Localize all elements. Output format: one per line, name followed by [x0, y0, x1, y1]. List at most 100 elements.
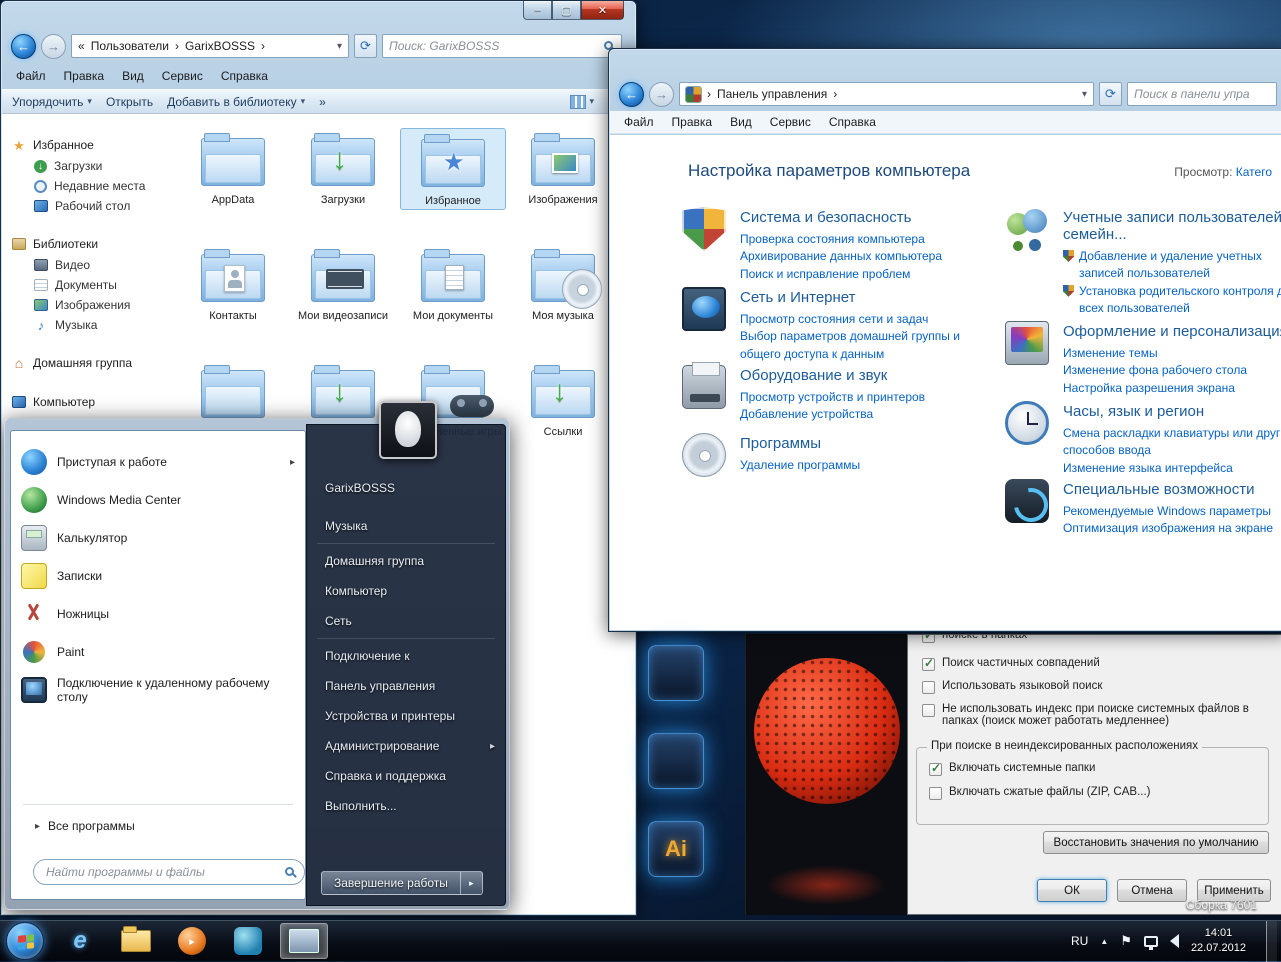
start-search-input[interactable]: [34, 860, 304, 884]
category-link[interactable]: Поиск и исправление проблем: [740, 266, 992, 283]
close-button[interactable]: ✕: [581, 1, 624, 20]
file-item-links[interactable]: ↓ Ссылки: [510, 360, 616, 440]
file-item-appdata[interactable]: AppData: [180, 128, 286, 208]
shutdown-button[interactable]: Завершение работы: [321, 871, 461, 895]
language-indicator[interactable]: RU: [1071, 934, 1088, 948]
start-item-media-center[interactable]: Windows Media Center: [11, 481, 305, 519]
start-item-getting-started[interactable]: Приступая к работе ▸: [11, 443, 305, 481]
dock-icon-illustrator[interactable]: Ai: [648, 821, 704, 877]
breadcrumb-item-control-panel[interactable]: Панель управления: [717, 87, 827, 101]
ok-button[interactable]: ОК: [1037, 879, 1107, 902]
category-link[interactable]: Проверка состояния компьютера: [740, 231, 992, 248]
option-language-search[interactable]: Использовать языковой поиск: [922, 680, 1271, 694]
cancel-button[interactable]: Отмена: [1117, 879, 1187, 902]
file-item-music[interactable]: Моя музыка: [510, 244, 616, 324]
category-link[interactable]: Оптимизация изображения на экране: [1063, 520, 1281, 537]
category-link[interactable]: Просмотр устройств и принтеров: [740, 389, 992, 406]
category-link[interactable]: Смена раскладки клавиатуры или других сп…: [1063, 425, 1281, 460]
taskbar-explorer[interactable]: [112, 923, 160, 959]
menu-file[interactable]: Файл: [624, 115, 654, 129]
sidebar-item-desktop[interactable]: Рабочий стол: [2, 196, 168, 216]
start-item-sticky-notes[interactable]: Записки: [11, 557, 305, 595]
category-link[interactable]: Добавление и удаление учетных записей по…: [1063, 248, 1281, 283]
checkbox[interactable]: [922, 656, 935, 671]
breadcrumb-overflow-chevron[interactable]: «: [78, 39, 85, 53]
programs-disc-icon[interactable]: [682, 433, 726, 477]
breadcrumb[interactable]: › Панель управления › ▾: [679, 82, 1094, 106]
option-no-index[interactable]: Не использовать индекс при поиске систем…: [922, 703, 1271, 727]
add-to-library-button[interactable]: Добавить в библиотеку ▾: [167, 95, 305, 109]
breadcrumb-item-user[interactable]: GarixBOSSS: [185, 39, 255, 53]
ease-of-access-icon[interactable]: [1005, 479, 1049, 523]
refresh-button[interactable]: ⟳: [354, 34, 377, 58]
menu-help[interactable]: Справка: [829, 115, 876, 129]
menu-edit[interactable]: Правка: [64, 69, 105, 83]
network-icon[interactable]: [682, 287, 726, 331]
start-button[interactable]: [6, 922, 44, 960]
start-item-snipping-tool[interactable]: Ножницы: [11, 595, 305, 633]
sidebar-homegroup[interactable]: ⌂ Домашняя группа: [2, 352, 168, 374]
minimize-button[interactable]: –: [523, 1, 552, 20]
start-item-homegroup[interactable]: Домашняя группа: [307, 546, 505, 576]
start-item-run[interactable]: Выполнить...: [307, 791, 505, 821]
category-link[interactable]: Изменение темы: [1063, 345, 1281, 362]
menu-view[interactable]: Вид: [730, 115, 752, 129]
start-item-control-panel[interactable]: Панель управления: [307, 671, 505, 701]
volume-icon[interactable]: [1169, 934, 1179, 948]
start-item-paint[interactable]: Paint: [11, 633, 305, 671]
category-title[interactable]: Программы: [740, 435, 992, 452]
forward-button[interactable]: →: [41, 33, 66, 59]
sidebar-libraries[interactable]: Библиотеки: [2, 233, 168, 255]
category-title[interactable]: Специальные возможности: [1063, 481, 1281, 498]
checkbox[interactable]: [922, 681, 935, 694]
back-button[interactable]: ←: [11, 33, 36, 59]
category-link[interactable]: Изменение языка интерфейса: [1063, 460, 1281, 477]
start-item-computer[interactable]: Компьютер: [307, 576, 505, 606]
category-title[interactable]: Оформление и персонализация: [1063, 323, 1281, 340]
taskbar-clock[interactable]: 14:01 22.07.2012: [1191, 926, 1246, 956]
sidebar-item-documents[interactable]: Документы: [2, 275, 168, 295]
sidebar-item-video[interactable]: Видео: [2, 255, 168, 275]
start-item-connect-to[interactable]: Подключение к: [307, 641, 505, 671]
file-item-downloads[interactable]: ↓ Загрузки: [290, 128, 396, 208]
category-link[interactable]: Просмотр состояния сети и задач: [740, 311, 992, 328]
hidden-icons-chevron-icon[interactable]: ▲: [1100, 937, 1108, 946]
dock-icon[interactable]: [648, 733, 704, 789]
sidebar-computer[interactable]: Компьютер: [2, 391, 168, 413]
user-avatar[interactable]: [379, 401, 437, 459]
start-item-rdp[interactable]: Подключение к удаленному рабочему столу: [11, 671, 305, 709]
change-view-button[interactable]: ▾: [570, 94, 594, 109]
checkbox[interactable]: [922, 635, 935, 643]
printer-icon[interactable]: [682, 362, 726, 409]
maximize-button[interactable]: ▢: [552, 1, 581, 20]
cp-search-input[interactable]: [1128, 83, 1276, 105]
category-title[interactable]: Учетные записи пользователей и семейн...: [1063, 209, 1281, 243]
explorer-search-input[interactable]: [383, 35, 621, 57]
menu-edit[interactable]: Правка: [672, 115, 713, 129]
file-item-folder[interactable]: [180, 360, 286, 418]
category-link[interactable]: Архивирование данных компьютера: [740, 248, 992, 265]
category-link[interactable]: Настройка разрешения экрана: [1063, 380, 1281, 397]
start-item-help-support[interactable]: Справка и поддержка: [307, 761, 505, 791]
menu-view[interactable]: Вид: [122, 69, 144, 83]
menu-tools[interactable]: Сервис: [162, 69, 203, 83]
menu-tools[interactable]: Сервис: [770, 115, 811, 129]
checkbox[interactable]: [929, 787, 942, 800]
menu-file[interactable]: Файл: [16, 69, 46, 83]
taskbar-media-player[interactable]: ▸: [168, 923, 216, 959]
display-icon[interactable]: [1005, 321, 1049, 365]
file-item-contacts[interactable]: Контакты: [180, 244, 286, 324]
sidebar-item-pictures[interactable]: Изображения: [2, 295, 168, 315]
security-shield-icon[interactable]: [682, 207, 726, 251]
start-item-administration[interactable]: Администрирование ▸: [307, 731, 505, 761]
action-center-flag-icon[interactable]: ⚑: [1120, 933, 1132, 949]
file-item-pictures[interactable]: Изображения: [510, 128, 616, 208]
sidebar-item-music[interactable]: ♪ Музыка: [2, 315, 168, 335]
open-button[interactable]: Открыть: [106, 95, 153, 109]
category-title[interactable]: Оборудование и звук: [740, 367, 992, 384]
clock-icon[interactable]: [1005, 401, 1049, 445]
checkbox[interactable]: [929, 761, 942, 776]
category-link[interactable]: Установка родительского контроля для все…: [1063, 283, 1281, 318]
network-tray-icon[interactable]: [1143, 935, 1158, 950]
sidebar-item-recent-places[interactable]: Недавние места: [2, 176, 168, 196]
